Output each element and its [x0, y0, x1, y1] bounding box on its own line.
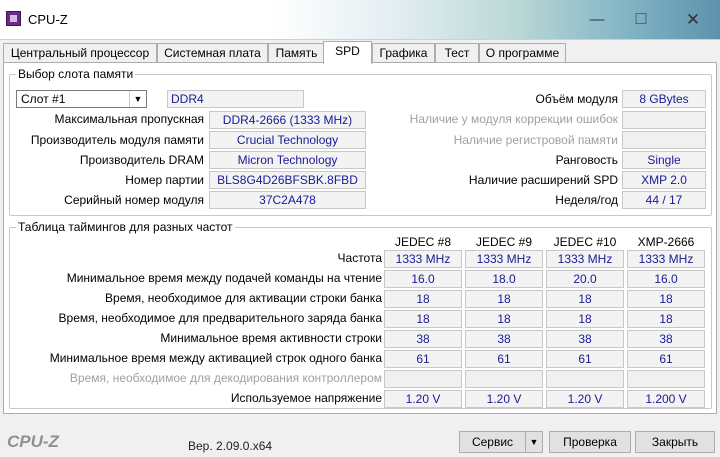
dram-manufacturer-value: Micron Technology — [209, 151, 366, 169]
timing-cell: 20.0 — [546, 270, 624, 288]
tab-bench[interactable]: Тест — [435, 43, 479, 63]
timing-row-label: Минимальное время между подачей команды … — [66, 271, 382, 285]
timing-cell: 18 — [546, 290, 624, 308]
timings-title: Таблица таймингов для разных частот — [16, 220, 235, 234]
timing-cell: 18 — [384, 310, 462, 328]
timing-cell — [627, 370, 705, 388]
timing-cell: 18 — [465, 310, 543, 328]
timing-cell — [384, 370, 462, 388]
timing-row-label: Частота — [337, 251, 382, 265]
slot-select[interactable]: Слот #1 ▼ — [16, 90, 147, 108]
cpu-z-app-icon — [6, 11, 21, 26]
timing-cell: 16.0 — [384, 270, 462, 288]
tab-mainboard[interactable]: Системная плата — [157, 43, 268, 63]
part-number-value: BLS8G4D26BFSBK.8FBD — [209, 171, 366, 189]
timing-cell: 1.200 V — [627, 390, 705, 408]
timing-cell: 1333 MHz — [465, 250, 543, 268]
timing-cell: 16.0 — [627, 270, 705, 288]
title-bar[interactable]: CPU-Z — ☐ ✕ — [0, 0, 720, 40]
timing-cell: 18 — [384, 290, 462, 308]
module-size-label: Объём модуля — [535, 92, 618, 106]
timing-cell: 38 — [384, 330, 462, 348]
close-button[interactable]: Закрыть — [635, 431, 715, 453]
timing-cell: 18 — [627, 310, 705, 328]
service-button[interactable]: Сервис — [459, 431, 526, 453]
ranks-label: Ранговость — [555, 153, 618, 167]
ecc-label: Наличие у модуля коррекции ошибок — [409, 112, 618, 126]
timing-row-label: Время, необходимое для декодирования кон… — [69, 371, 382, 385]
ecc-value — [622, 111, 706, 129]
col-header-xmp2666: XMP-2666 — [637, 235, 695, 249]
max-bandwidth-label: Максимальная пропускная — [54, 112, 204, 126]
timing-cell: 1.20 V — [546, 390, 624, 408]
slot-select-value: Слот #1 — [21, 92, 66, 106]
close-window-button[interactable]: ✕ — [678, 8, 708, 32]
timing-cell — [465, 370, 543, 388]
spd-ext-label: Наличие расширений SPD — [468, 173, 618, 187]
timing-row-label: Минимальное время между активацией строк… — [49, 351, 382, 365]
tab-memory[interactable]: Память — [268, 43, 325, 63]
module-manufacturer-label: Производитель модуля памяти — [30, 133, 204, 147]
timing-cell: 61 — [627, 350, 705, 368]
timing-cell: 18 — [546, 310, 624, 328]
cpu-z-logo: CPU-Z — [7, 432, 59, 451]
timing-cell: 61 — [546, 350, 624, 368]
timing-cell: 18 — [627, 290, 705, 308]
col-header-jedec8: JEDEC #8 — [394, 235, 452, 249]
module-manufacturer-value: Crucial Technology — [209, 131, 366, 149]
timing-cell: 61 — [384, 350, 462, 368]
registered-label: Наличие регистровой памяти — [453, 133, 618, 147]
tab-cpu[interactable]: Центральный процессор — [3, 43, 157, 63]
tab-about[interactable]: О программе — [479, 43, 566, 63]
timing-cell: 61 — [465, 350, 543, 368]
timings-group: Таблица таймингов для разных частот JEDE… — [9, 220, 712, 409]
validate-button[interactable]: Проверка — [549, 431, 631, 453]
timing-cell: 1333 MHz — [384, 250, 462, 268]
tab-graphics[interactable]: Графика — [372, 43, 435, 63]
week-year-label: Неделя/год — [555, 193, 618, 207]
week-year-value: 44 / 17 — [622, 191, 706, 209]
dram-manufacturer-label: Производитель DRAM — [79, 153, 204, 167]
timing-cell: 1333 MHz — [627, 250, 705, 268]
timing-row-label: Время, необходимое для предварительного … — [58, 311, 382, 325]
part-number-label: Номер партии — [125, 173, 204, 187]
serial-number-label: Серийный номер модуля — [64, 193, 204, 207]
ranks-value: Single — [622, 151, 706, 169]
spd-panel: Выбор слота памяти Слот #1 ▼ DDR4 Максим… — [3, 62, 717, 414]
col-header-jedec10: JEDEC #10 — [553, 235, 617, 249]
version-label: Вер. 2.09.0.x64 — [188, 439, 273, 453]
timing-row-label: Минимальное время активности строки — [160, 331, 382, 345]
timing-cell: 38 — [546, 330, 624, 348]
tab-bar: Центральный процессор Системная плата Па… — [3, 41, 717, 64]
timing-cell — [546, 370, 624, 388]
memory-type-value: DDR4 — [167, 90, 304, 108]
window-title: CPU-Z — [28, 12, 68, 27]
module-size-value: 8 GBytes — [622, 90, 706, 108]
slot-selection-title: Выбор слота памяти — [16, 67, 136, 81]
minimize-button[interactable]: — — [582, 8, 612, 32]
timing-cell: 38 — [465, 330, 543, 348]
registered-value — [622, 131, 706, 149]
timing-row-label: Используемое напряжение — [230, 391, 382, 405]
max-bandwidth-value: DDR4-2666 (1333 MHz) — [209, 111, 366, 129]
slot-selection-group: Выбор слота памяти Слот #1 ▼ DDR4 Максим… — [9, 67, 712, 216]
tab-spd[interactable]: SPD — [323, 41, 372, 64]
maximize-button[interactable]: ☐ — [626, 8, 656, 32]
spd-ext-value: XMP 2.0 — [622, 171, 706, 189]
col-header-jedec9: JEDEC #9 — [475, 235, 533, 249]
timing-cell: 1.20 V — [465, 390, 543, 408]
timing-cell: 18 — [465, 290, 543, 308]
timing-cell: 1.20 V — [384, 390, 462, 408]
serial-number-value: 37C2A478 — [209, 191, 366, 209]
chevron-down-icon[interactable]: ▼ — [129, 91, 146, 107]
timing-cell: 1333 MHz — [546, 250, 624, 268]
timing-row-label: Время, необходимое для активации строки … — [105, 291, 382, 305]
service-dropdown-icon[interactable]: ▼ — [525, 431, 543, 453]
timing-cell: 38 — [627, 330, 705, 348]
timing-cell: 18.0 — [465, 270, 543, 288]
